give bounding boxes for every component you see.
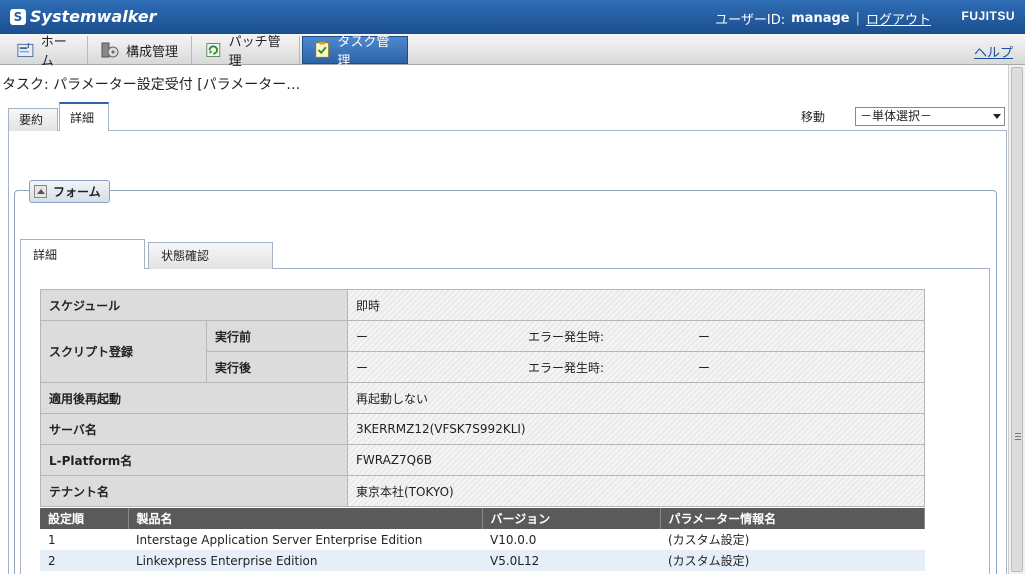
table-row: スクリプト登録 実行前 ー エラー発生時: ー: [40, 320, 925, 383]
user-id-value: manage: [791, 11, 850, 26]
table-row: L-Platform名 FWRAZ7Q6B: [40, 444, 925, 476]
scroll-grip-icon: [1015, 433, 1021, 442]
patch-icon: [206, 43, 221, 57]
column-header-version: バージョン: [482, 508, 661, 529]
nav-tab-task[interactable]: タスク管理: [302, 35, 408, 69]
move-label: 移動: [801, 110, 826, 124]
task-icon: [315, 41, 330, 58]
server-label: サーバ名: [40, 413, 348, 445]
table-row: 1 Interstage Application Server Enterpri…: [40, 529, 925, 550]
script-before-error-value: ー: [698, 329, 711, 344]
vertical-scrollbar[interactable]: [1008, 65, 1025, 574]
product-version: V10.0.0: [482, 529, 660, 550]
tenant-value: 東京本社(TOKYO): [347, 475, 925, 507]
schedule-value: 即時: [347, 289, 925, 321]
nav-tab-patch[interactable]: パッチ管理: [194, 35, 300, 69]
page-title: タスク: パラメーター設定受付 [パラメーター…: [2, 77, 301, 93]
tenant-label: テナント名: [40, 475, 348, 507]
app-logo: S Systemwalker: [10, 7, 157, 26]
user-id-label: ユーザーID:: [715, 13, 786, 28]
nav-tab-task-label: タスク管理: [337, 35, 390, 69]
detail-table: スケジュール 即時 スクリプト登録 実行前 ー エラー発生時: ー 実行後 ー …: [40, 289, 925, 507]
configuration-icon: [101, 42, 119, 58]
header-separator: |: [855, 11, 860, 26]
nav-tab-configuration-label: 構成管理: [126, 44, 179, 60]
products-table: 設定順 製品名 バージョン パラメーター情報名 1 Interstage App…: [40, 508, 925, 571]
product-order: 1: [40, 529, 128, 550]
script-after-label: 実行後: [206, 351, 348, 383]
systemwalker-logo-icon: S: [10, 8, 26, 25]
form-toggle-button[interactable]: フォーム: [29, 180, 110, 203]
script-after-error-value: ー: [698, 360, 711, 375]
home-icon: i: [17, 42, 34, 58]
nav-tab-home[interactable]: i ホーム: [6, 35, 88, 69]
svg-text:i: i: [27, 42, 29, 50]
script-before-error-label: エラー発生時:: [528, 329, 605, 344]
nav-tab-configuration[interactable]: 構成管理: [90, 36, 192, 64]
schedule-label: スケジュール: [40, 289, 348, 321]
product-parameter: (カスタム設定): [660, 550, 925, 571]
column-header-parameter: パラメーター情報名: [660, 508, 925, 529]
restart-value: 再起動しない: [347, 382, 925, 414]
product-order: 2: [40, 550, 128, 571]
product-name: Interstage Application Server Enterprise…: [128, 529, 482, 550]
logout-link[interactable]: ログアウト: [866, 9, 931, 28]
lplatform-label: L-Platform名: [40, 444, 348, 476]
table-row: 2 Linkexpress Enterprise Edition V5.0L12…: [40, 550, 925, 571]
table-row: サーバ名 3KERRMZ12(VFSK7S992KLI): [40, 413, 925, 445]
nav-tab-home-label: ホーム: [40, 35, 67, 69]
move-select-value: －単体選択－: [860, 109, 933, 123]
app-header: S Systemwalker ユーザーID: manage | ログアウト FU…: [0, 0, 1025, 34]
form-legend-label: フォーム: [53, 185, 101, 199]
fujitsu-logo: FUJITSU: [961, 9, 1015, 23]
script-before-value: ー: [356, 329, 369, 344]
lplatform-value: FWRAZ7Q6B: [347, 444, 925, 476]
script-before-cell: ー エラー発生時: ー: [347, 320, 925, 352]
script-label: スクリプト登録: [40, 320, 207, 383]
nav-tab-patch-label: パッチ管理: [228, 35, 281, 69]
help-link[interactable]: ヘルプ: [974, 42, 1013, 61]
script-after-value: ー: [356, 360, 369, 375]
product-version: V5.0L12: [482, 550, 660, 571]
user-area: ユーザーID: manage | ログアウト: [715, 9, 931, 28]
scrollbar-thumb[interactable]: [1011, 67, 1023, 572]
server-value: 3KERRMZ12(VFSK7S992KLI): [347, 413, 925, 445]
chevron-down-icon: [993, 114, 1001, 119]
table-row: テナント名 東京本社(TOKYO): [40, 475, 925, 507]
move-select[interactable]: －単体選択－: [855, 107, 1005, 126]
form-tab-status[interactable]: 状態確認: [148, 242, 273, 269]
main-navbar: i ホーム 構成管理 パッチ管理 タスク管理 ヘルプ: [0, 34, 1025, 69]
tab-detail[interactable]: 詳細: [59, 102, 109, 131]
restart-label: 適用後再起動: [40, 382, 348, 414]
column-header-order: 設定順: [40, 508, 129, 529]
tab-summary[interactable]: 要約: [8, 108, 58, 131]
product-name: Linkexpress Enterprise Edition: [128, 550, 482, 571]
table-row: スケジュール 即時: [40, 289, 925, 321]
column-header-product: 製品名: [128, 508, 483, 529]
app-name: Systemwalker: [30, 7, 157, 26]
product-parameter: (カスタム設定): [660, 529, 925, 550]
script-before-label: 実行前: [206, 320, 348, 352]
script-after-error-label: エラー発生時:: [528, 360, 605, 375]
collapse-arrow-icon: [34, 185, 47, 198]
products-header-row: 設定順 製品名 バージョン パラメーター情報名: [40, 508, 925, 529]
form-tab-detail[interactable]: 詳細: [20, 239, 145, 269]
table-row: 適用後再起動 再起動しない: [40, 382, 925, 414]
script-after-cell: ー エラー発生時: ー: [347, 351, 925, 383]
